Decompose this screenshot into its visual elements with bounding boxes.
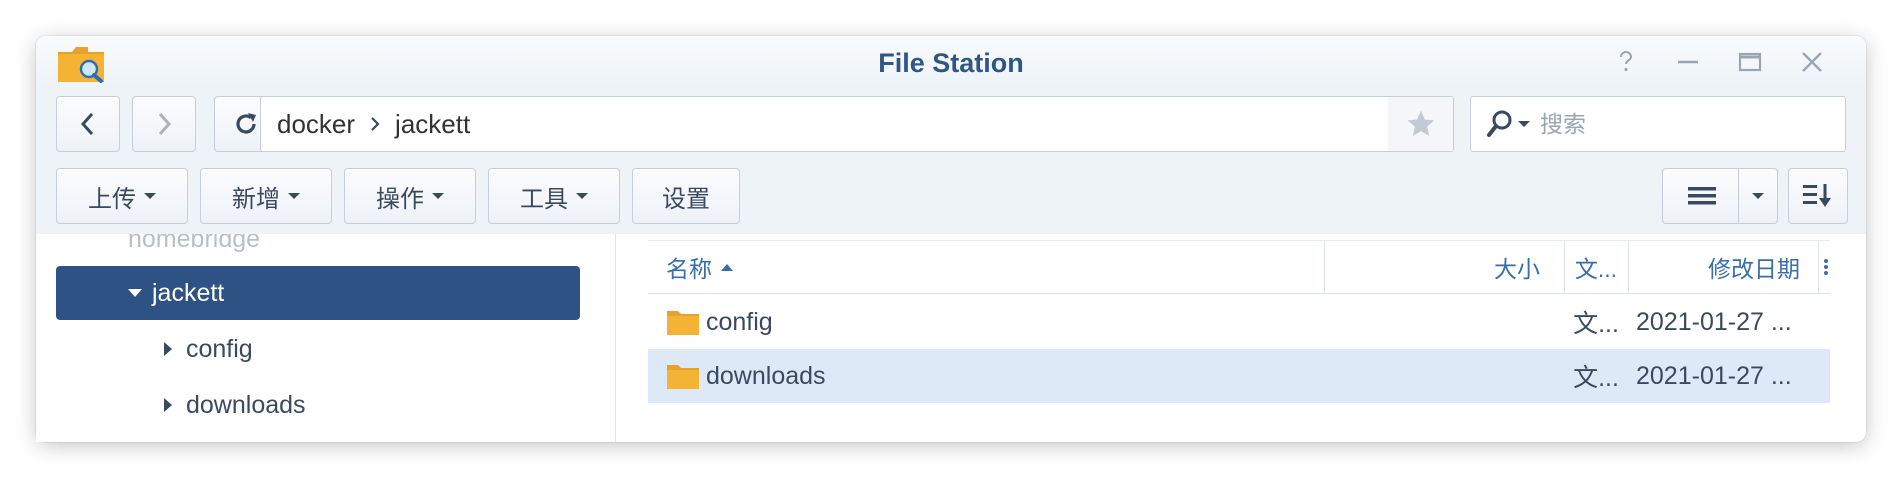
column-header-size[interactable]: 大小	[1324, 241, 1540, 293]
tree-item-homebridge[interactable]: homebridge	[128, 234, 260, 266]
search-box[interactable]	[1470, 96, 1846, 152]
list-view-icon	[1688, 187, 1716, 205]
search-input[interactable]	[1538, 109, 1832, 139]
column-divider[interactable]	[1818, 241, 1819, 293]
close-icon	[1802, 52, 1822, 72]
file-station-folder-icon	[58, 47, 104, 83]
upload-label: 上传	[88, 185, 136, 213]
upload-menu-button[interactable]: 上传	[56, 168, 188, 224]
tree-item-downloads[interactable]: downloads	[164, 378, 306, 432]
chevron-down-icon	[144, 193, 156, 199]
chevron-down-icon	[432, 193, 444, 199]
title-bar[interactable]: File Station	[36, 36, 1866, 88]
action-menu-button[interactable]: 操作	[344, 168, 476, 224]
minimize-icon	[1678, 60, 1698, 64]
tree-item-label: homebridge	[128, 234, 261, 253]
chevron-down-icon	[288, 193, 300, 199]
column-header-modified[interactable]: 修改日期	[1628, 241, 1800, 293]
address-bar[interactable]: docker jackett	[260, 96, 1454, 152]
tools-label: 工具	[520, 185, 568, 213]
file-list: 名称 大小 文... 修改日期 config 文... 2021-01-27 .…	[648, 240, 1830, 440]
window-title: File Station	[878, 48, 1024, 78]
file-modified: 2021-01-27 ...	[1636, 307, 1792, 336]
action-label: 操作	[376, 185, 424, 213]
file-modified: 2021-01-27 ...	[1636, 361, 1792, 390]
settings-button[interactable]: 设置	[632, 168, 740, 224]
breadcrumb-jackett[interactable]: jackett	[395, 109, 470, 140]
column-header-name[interactable]: 名称	[666, 241, 734, 293]
more-vertical-icon	[1824, 259, 1828, 275]
folder-icon	[667, 365, 699, 389]
folder-icon	[667, 311, 699, 335]
back-button[interactable]	[56, 96, 120, 152]
file-size	[1324, 295, 1540, 349]
chevron-down-icon	[1752, 193, 1764, 199]
tools-menu-button[interactable]: 工具	[488, 168, 620, 224]
column-options-button[interactable]	[1822, 241, 1830, 293]
chevron-right-icon	[158, 112, 172, 136]
file-size	[1324, 349, 1540, 403]
column-modified-label: 修改日期	[1708, 256, 1800, 282]
tree-item-config[interactable]: config	[164, 322, 253, 376]
file-row-config[interactable]: config 文... 2021-01-27 ...	[648, 295, 1830, 349]
file-type: 文...	[1573, 310, 1619, 338]
maximize-icon	[1738, 52, 1762, 72]
tree-item-label: downloads	[186, 390, 306, 419]
create-menu-button[interactable]: 新增	[200, 168, 332, 224]
collapsed-caret-icon[interactable]	[164, 398, 172, 412]
create-label: 新增	[232, 185, 280, 213]
sort-icon	[1803, 184, 1831, 207]
forward-button[interactable]	[132, 96, 196, 152]
column-name-label: 名称	[666, 256, 712, 282]
help-button[interactable]	[1610, 46, 1642, 78]
close-button[interactable]	[1796, 46, 1828, 78]
chevron-left-icon	[80, 112, 94, 136]
column-type-label: 文...	[1574, 256, 1618, 282]
view-mode-divider	[1738, 169, 1739, 223]
file-row-downloads[interactable]: downloads 文... 2021-01-27 ...	[648, 349, 1830, 403]
file-list-header: 名称 大小 文... 修改日期	[648, 240, 1830, 294]
chevron-down-icon	[576, 193, 588, 199]
file-type: 文...	[1573, 364, 1619, 392]
sort-button[interactable]	[1788, 168, 1848, 224]
file-name: downloads	[706, 361, 826, 390]
column-header-type[interactable]: 文...	[1564, 241, 1628, 293]
maximize-button[interactable]	[1734, 46, 1766, 78]
search-options-chevron-down-icon[interactable]	[1518, 121, 1530, 127]
tree-item-jackett[interactable]: jackett	[56, 266, 580, 320]
view-mode-dropdown[interactable]	[1740, 169, 1776, 223]
refresh-icon	[236, 113, 256, 134]
minimize-button[interactable]	[1672, 46, 1704, 78]
tree-item-label: jackett	[152, 278, 225, 307]
expanded-caret-icon[interactable]	[128, 289, 142, 297]
folder-tree: homebridge jackett config downloads	[36, 234, 616, 442]
settings-label: 设置	[662, 185, 710, 213]
favorite-button[interactable]	[1388, 97, 1453, 151]
sort-ascending-icon	[721, 264, 733, 271]
star-icon	[1407, 110, 1434, 136]
collapsed-caret-icon[interactable]	[164, 342, 172, 356]
search-icon[interactable]	[1485, 108, 1530, 140]
breadcrumb-separator-icon	[369, 115, 381, 133]
breadcrumb-docker[interactable]: docker	[277, 109, 355, 140]
file-name: config	[706, 307, 773, 336]
tree-item-label: config	[186, 334, 253, 363]
column-size-label: 大小	[1494, 256, 1540, 282]
help-icon	[1620, 51, 1633, 72]
